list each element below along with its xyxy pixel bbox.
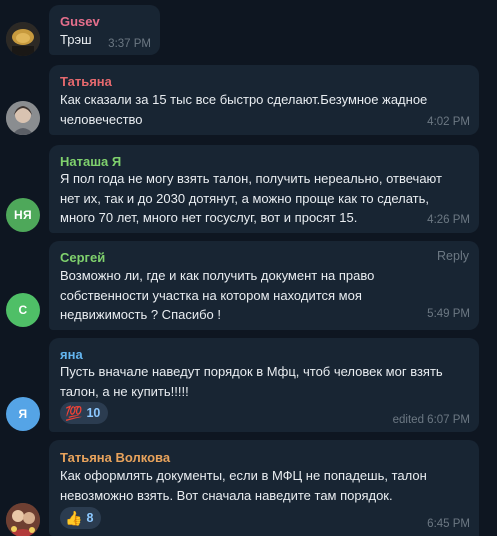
reaction-chip[interactable]: 💯 10 [60, 402, 109, 424]
message-line: невозможно взять. Вот сначала наведите т… [60, 487, 393, 503]
chat-history[interactable]: Gusev Трэш 3:37 PM Татьяна Как сказали з… [0, 0, 497, 536]
message-time: 4:02 PM [427, 116, 470, 128]
message-text: Я пол года не могу взять талон, получить… [60, 169, 442, 228]
message-text: Пусть вначале наведут порядок в Мфц, что… [60, 362, 443, 401]
message-bubble[interactable]: Сергей Reply Возможно ли, где и как полу… [49, 241, 479, 330]
thumbs-up-emoji-icon: 👍 [65, 510, 83, 526]
avatar-initials: Я [18, 407, 28, 421]
message-line: Как сказали за 15 тыс все быстро сделают… [60, 92, 428, 107]
gusev-photo-avatar[interactable] [6, 22, 40, 56]
sender-name[interactable]: Татьяна [60, 74, 112, 89]
sender-name[interactable]: Gusev [60, 14, 100, 29]
message-time: 3:37 PM [108, 38, 151, 50]
sender-name[interactable]: яна [60, 347, 83, 362]
message-line: Я пол года не могу взять талон, получить… [60, 171, 442, 186]
sender-name[interactable]: Наташа Я [60, 154, 121, 169]
sender-name[interactable]: Татьяна Волкова [60, 450, 170, 465]
message-bubble[interactable]: Татьяна Волкова Как оформлять документы,… [49, 440, 479, 536]
message-line: много 70 лет, много нет госуслуг, вот и … [60, 210, 358, 225]
message-text: Трэш [60, 30, 92, 50]
message-line: человечество [60, 111, 143, 127]
message-text: Как сказали за 15 тыс все быстро сделают… [60, 90, 427, 129]
avatar-initials: С [18, 303, 28, 317]
message-text: Как оформлять документы, если в МФЦ не п… [60, 466, 427, 505]
sender-name[interactable]: Сергей [60, 250, 105, 265]
message-line: талон, а не купить!!!!! [60, 383, 189, 399]
message-line: нет их, так и до 2030 дотянут, а можно п… [60, 190, 430, 206]
reaction-count: 10 [86, 406, 101, 420]
message-line: Возможно ли, где и как получить документ… [60, 268, 375, 283]
message-line: Пусть вначале наведут порядок в Мфц, что… [60, 364, 443, 379]
message-time: 6:45 PM [427, 518, 470, 530]
message-bubble[interactable]: Gusev Трэш 3:37 PM [49, 5, 160, 55]
reply-button[interactable]: Reply [437, 249, 469, 263]
reaction-chip[interactable]: 👍 8 [60, 507, 102, 529]
message-time: 5:49 PM [427, 308, 470, 320]
message-bubble[interactable]: яна Пусть вначале наведут порядок в Мфц,… [49, 338, 479, 432]
tatiana-photo-avatar[interactable] [6, 101, 40, 135]
message-time: edited 6:07 PM [392, 414, 470, 426]
message-line: Как оформлять документы, если в МФЦ не п… [60, 468, 427, 483]
natasha-initials-avatar[interactable]: НЯ [6, 198, 40, 232]
message-line: Трэш [60, 32, 92, 47]
message-text: Возможно ли, где и как получить документ… [60, 266, 374, 325]
message-line: недвижимость ? Спасибо ! [60, 307, 222, 322]
hundred-points-emoji-icon: 💯 [65, 405, 83, 421]
sergey-initials-avatar[interactable]: С [6, 293, 40, 327]
yana-initials-avatar[interactable]: Я [6, 397, 40, 431]
volkova-photo-avatar[interactable] [6, 503, 40, 536]
message-bubble[interactable]: Наташа Я Я пол года не могу взять талон,… [49, 145, 479, 233]
message-bubble[interactable]: Татьяна Как сказали за 15 тыс все быстро… [49, 65, 479, 135]
message-time: 4:26 PM [427, 214, 470, 226]
avatar-initials: НЯ [14, 208, 32, 222]
reaction-count: 8 [86, 511, 94, 525]
message-line: собственности участка на котором находит… [60, 287, 362, 303]
